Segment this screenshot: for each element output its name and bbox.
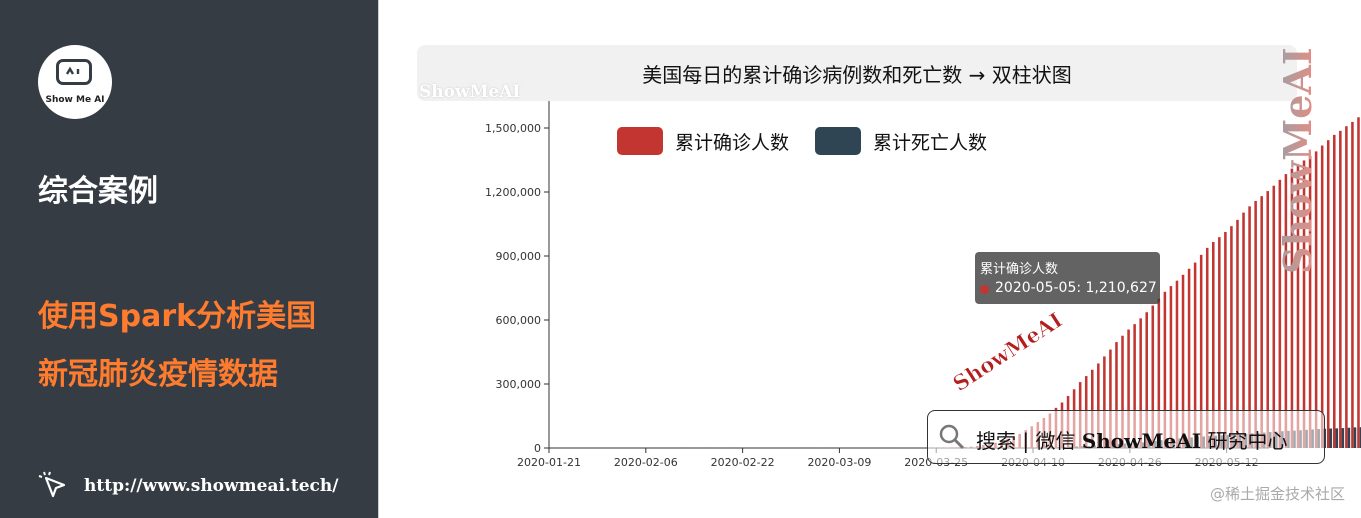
legend-label-deaths: 累计死亡人数: [873, 131, 988, 154]
topic-title: 使用Spark分析美国 新冠肺炎疫情数据: [38, 288, 316, 404]
watermark-vertical: ShowMeAI: [1275, 47, 1320, 274]
showmeai-logo: Show Me AI: [38, 45, 112, 119]
bar-deaths: [1353, 427, 1357, 448]
y-tick-label: 1,500,000: [485, 122, 541, 135]
chart-title-bar: 美国每日的累计确诊病例数和死亡数 → 双柱状图: [417, 45, 1297, 101]
y-tick-label: 900,000: [496, 250, 542, 263]
topic-line-1: 使用Spark分析美国: [38, 299, 317, 334]
tooltip-series: 累计确诊人数: [980, 262, 1059, 277]
legend-item-deaths[interactable]: 累计死亡人数: [815, 127, 987, 155]
search-icon: [939, 424, 965, 450]
y-tick-label: 600,000: [496, 314, 542, 327]
chart-title: 美国每日的累计确诊病例数和死亡数 → 双柱状图: [642, 63, 1072, 87]
search-brand: ShowMeAI: [1081, 429, 1202, 453]
bar-deaths: [1341, 428, 1345, 448]
tooltip-marker: [980, 285, 989, 294]
sidebar: Show Me AI 综合案例 使用Spark分析美国 新冠肺炎疫情数据 htt…: [0, 0, 378, 518]
bar-confirmed: [1339, 130, 1342, 448]
search-watermark-text: 搜索 | 微信 ShowMeAI 研究中心: [976, 425, 1287, 454]
watermark-small: ShowMeAI: [419, 82, 521, 102]
tooltip-value: 2020-05-05: 1,210,627: [995, 280, 1157, 296]
search-suffix: 研究中心: [1207, 429, 1288, 453]
bar-deaths: [1335, 428, 1339, 448]
y-tick-label: 0: [534, 442, 541, 455]
legend-swatch-deaths: [815, 127, 862, 155]
x-tick-label: 2020-02-06: [614, 456, 678, 469]
x-tick-label: 2020-03-09: [807, 456, 871, 469]
footer-watermark: @稀土掘金技术社区: [1209, 485, 1345, 503]
chart-panel: 0 300,000 600,000 900,000 1,200,000 1,500,000…: [378, 0, 1361, 518]
y-tick-label: 300,000: [496, 378, 542, 391]
search-prefix: 搜索 | 微信: [976, 429, 1076, 453]
bar-confirmed: [1351, 121, 1354, 449]
bar-confirmed: [1357, 117, 1360, 448]
x-tick-label: 2020-02-22: [711, 456, 775, 469]
bar-confirmed: [1326, 140, 1330, 448]
cursor-click-icon: [38, 471, 66, 498]
url-row[interactable]: http://www.showmeai.tech/: [38, 470, 338, 502]
watermark-diagonal: ShowMeAI: [948, 307, 1067, 396]
search-watermark-box: 搜索 | 微信 ShowMeAI 研究中心: [927, 410, 1325, 464]
watermark-vertical-text: ShowMeAI: [1275, 47, 1320, 274]
topic-line-2: 新冠肺炎疫情数据: [38, 357, 278, 392]
logo-text: Show Me AI: [45, 95, 105, 105]
bar-confirmed: [1333, 134, 1336, 449]
chart-tooltip: 累计确诊人数 2020-05-05: 1,210,627: [975, 252, 1160, 304]
chart-legend: 累计确诊人数 累计死亡人数: [617, 127, 987, 155]
bar-deaths: [1347, 427, 1351, 448]
robot-face-icon: [56, 59, 92, 85]
legend-swatch-confirmed: [617, 127, 663, 155]
website-link[interactable]: http://www.showmeai.tech/: [84, 476, 338, 496]
y-tick-label: 1,200,000: [485, 186, 541, 199]
section-title: 综合案例: [38, 174, 158, 209]
legend-label-confirmed: 累计确诊人数: [675, 131, 790, 154]
bar-confirmed: [1345, 126, 1348, 448]
x-tick-label: 2020-01-21: [517, 456, 581, 469]
bar-deaths: [1329, 428, 1333, 448]
legend-item-confirmed[interactable]: 累计确诊人数: [617, 127, 789, 155]
